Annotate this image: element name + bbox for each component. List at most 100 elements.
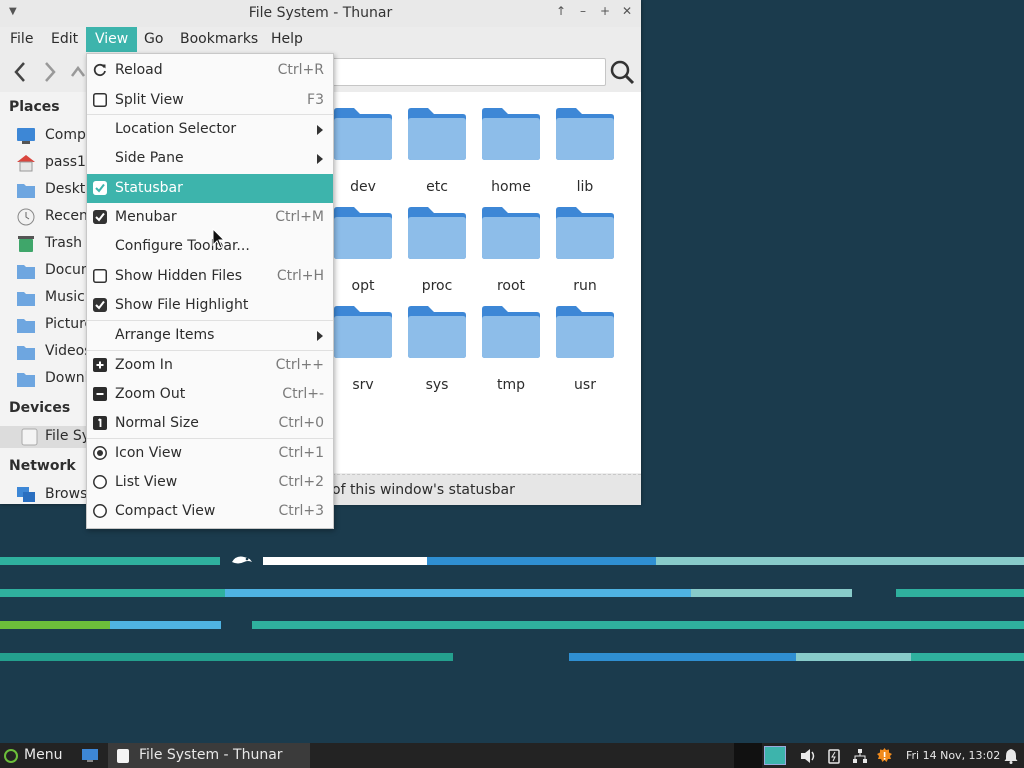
menu-item-compact-view[interactable]: Compact View Ctrl+3 [87,497,333,526]
checkbox-unchecked-icon [93,269,107,283]
radio-unselected-icon [93,475,107,489]
menu-item-label: Statusbar [115,180,183,196]
menu-logo-icon[interactable] [4,749,18,763]
pictures-folder-icon [17,319,35,333]
gecko-logo-icon [232,556,252,564]
title-bar: ▼ File System - Thunar ↑ – + ✕ [0,0,641,28]
minimize-icon[interactable]: – [575,4,591,18]
search-icon[interactable] [609,59,635,85]
network-status-icon[interactable] [852,748,868,764]
keep-above-icon[interactable]: ↑ [553,4,569,18]
network-icon [17,487,35,502]
menu-item-icon-view[interactable]: Icon View Ctrl+1 [87,439,333,468]
menu-edit[interactable]: Edit [42,27,87,52]
zoom-out-icon [93,387,107,401]
menu-item-show-file-highlight[interactable]: Show File Highlight [87,291,333,320]
folder-label: srv [352,377,374,393]
folder-item[interactable]: lib [550,102,620,195]
menu-item-zoom-out[interactable]: Zoom Out Ctrl+- [87,380,333,409]
reload-icon [93,63,106,77]
close-icon[interactable]: ✕ [619,4,635,18]
network-header: Network [9,458,76,474]
statusbar: of this window's statusbar [332,474,641,505]
menu-item-label: Menubar [115,209,177,225]
folder-item[interactable]: sys [402,300,472,393]
show-desktop-icon[interactable] [81,748,99,763]
menu-help[interactable]: Help [262,27,312,52]
folder-label: tmp [496,377,525,393]
folder-item[interactable]: srv [328,300,398,393]
up-icon[interactable] [70,64,86,80]
checkbox-checked-icon [93,298,107,312]
menu-item-normal-size[interactable]: Normal Size Ctrl+0 [87,409,333,438]
volume-icon[interactable] [800,748,818,764]
sidebar-item-file-system[interactable]: File System [0,426,88,448]
drive-icon [117,749,129,763]
menu-bookmarks[interactable]: Bookmarks [171,27,267,52]
drive-icon [21,428,38,446]
menu-item-shortcut: Ctrl+1 [278,445,324,461]
folder-item[interactable]: proc [402,201,472,294]
menu-item-list-view[interactable]: List View Ctrl+2 [87,468,333,497]
menu-view[interactable]: View [86,27,138,52]
menu-item-label: Zoom In [115,357,173,373]
menu-item-shortcut: Ctrl+2 [278,474,324,490]
folder-icon [482,306,540,358]
menu-file[interactable]: File [1,27,42,52]
forward-icon[interactable] [42,61,58,83]
folder-icon [482,108,540,160]
menu-go[interactable]: Go [135,27,172,52]
menu-item-arrange-items[interactable]: Arrange Items [87,321,333,350]
folder-icon [408,108,466,160]
submenu-arrow-icon [317,331,323,341]
folder-icon [556,108,614,160]
taskbar-task-thunar[interactable]: File System - Thunar [108,743,310,768]
menu-item-label: Reload [115,62,163,78]
battery-icon[interactable] [828,748,840,764]
radio-selected-icon [93,446,107,460]
menu-item-label: Configure Toolbar... [115,238,250,254]
folder-item[interactable]: etc [402,102,472,195]
folder-item[interactable]: opt [328,201,398,294]
workspace-1[interactable] [734,743,762,768]
menu-item-statusbar[interactable]: Statusbar [87,174,333,203]
folder-item[interactable]: tmp [476,300,546,393]
menu-item-label: Arrange Items [115,327,215,343]
menu-item-zoom-in[interactable]: Zoom In Ctrl++ [87,351,333,380]
taskbar: Menu File System - Thunar Fri 14 Nov, 13… [0,743,1024,768]
workspace-2[interactable] [764,746,786,765]
location-bar[interactable] [330,58,606,86]
clock[interactable]: Fri 14 Nov, 13:02 [906,749,1000,762]
folder-item[interactable]: usr [550,300,620,393]
start-menu-button[interactable]: Menu [24,747,62,763]
menu-item-reload[interactable]: Reload Ctrl+R [87,56,333,85]
menu-item-show-hidden-files[interactable]: Show Hidden Files Ctrl+H [87,262,333,291]
zoom-in-icon [93,358,107,372]
menu-item-shortcut: Ctrl+0 [278,415,324,431]
window-title: File System - Thunar [248,5,393,21]
devices-header: Devices [9,400,71,416]
folder-item[interactable]: home [476,102,546,195]
documents-folder-icon [17,265,35,279]
trash-icon [18,236,34,252]
folder-label: etc [426,179,448,195]
menu-item-configure-toolbar[interactable]: Configure Toolbar... [87,232,333,261]
back-icon[interactable] [12,61,28,83]
menu-item-label: Show Hidden Files [115,268,243,284]
menu-item-shortcut: Ctrl+H [276,268,324,284]
menu-item-side-pane[interactable]: Side Pane [87,144,333,173]
side-pane: Places Computer pass123 Desktop Recent T… [0,92,89,504]
menu-item-menubar[interactable]: Menubar Ctrl+M [87,203,333,232]
menu-item-shortcut: Ctrl+- [282,386,324,402]
checkbox-unchecked-icon [93,93,107,107]
updates-icon[interactable] [876,747,893,764]
notification-bell-icon[interactable] [1004,748,1018,764]
folder-icon [408,306,466,358]
menu-item-location-selector[interactable]: Location Selector [87,115,333,144]
maximize-icon[interactable]: + [597,4,613,18]
folder-item[interactable]: run [550,201,620,294]
folder-item[interactable]: dev [328,102,398,195]
folder-item[interactable]: root [476,201,546,294]
menu-item-split-view[interactable]: Split View F3 [87,86,333,115]
radio-unselected-icon [93,504,107,518]
